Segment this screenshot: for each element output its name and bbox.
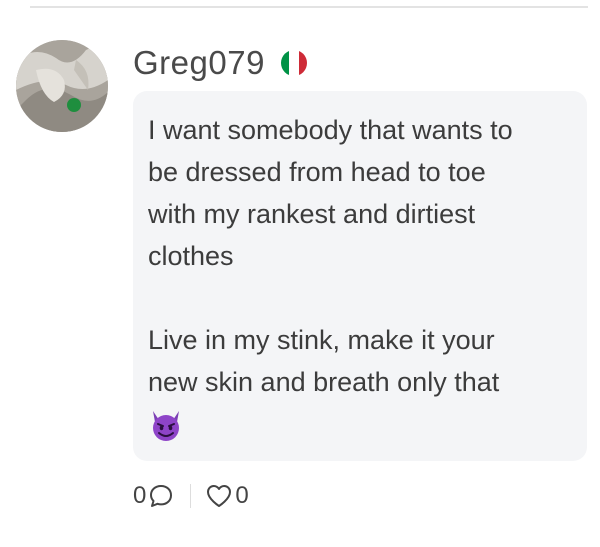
- comment-count: 0: [133, 482, 147, 509]
- username[interactable]: Greg079: [133, 44, 265, 82]
- like-button[interactable]: 0: [205, 482, 249, 510]
- message-line: with my rankest and dirtiest: [148, 199, 476, 229]
- avatar-image: [16, 40, 108, 132]
- avatar[interactable]: [16, 40, 108, 132]
- like-count: 0: [235, 482, 249, 509]
- message-line: be dressed from head to toe: [148, 157, 486, 187]
- heart-icon: [207, 485, 232, 507]
- online-status-dot: [67, 98, 81, 112]
- italy-flag-icon: [280, 50, 307, 76]
- message-line: I want somebody that wants to: [148, 115, 513, 145]
- message-line: Live in my stink, make it your: [148, 325, 495, 355]
- message-line: clothes: [148, 241, 234, 271]
- reply-button[interactable]: 0: [133, 482, 174, 510]
- action-divider: [190, 484, 192, 508]
- top-divider: [30, 6, 588, 8]
- smiling-devil-emoji: [153, 411, 179, 441]
- comment-actions: 0 0: [133, 478, 249, 514]
- comment-bubble: I want somebody that wants to be dressed…: [133, 91, 587, 461]
- message-line: new skin and breath only that: [148, 367, 500, 397]
- comment-header: Greg079: [133, 42, 309, 84]
- comment-bubble-icon: [150, 485, 173, 507]
